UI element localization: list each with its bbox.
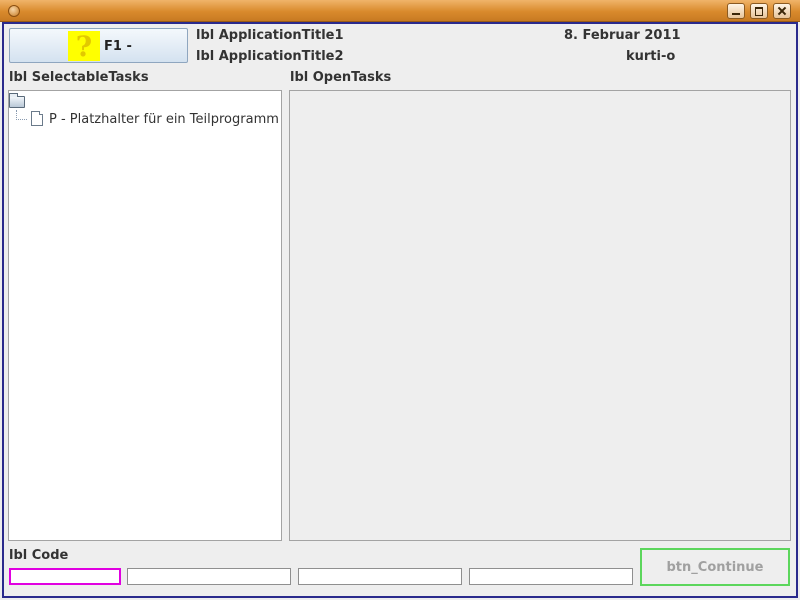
window-menu-icon[interactable]	[8, 5, 20, 17]
selectable-tasks-label: lbl SelectableTasks	[9, 70, 149, 85]
question-mark-icon: ?	[68, 30, 100, 63]
code-field-3[interactable]	[298, 568, 462, 585]
application-title-2: lbl ApplicationTitle2	[196, 49, 344, 64]
code-input-3[interactable]	[299, 569, 461, 584]
help-button-label: F1 -	[104, 39, 132, 54]
maximize-button[interactable]	[750, 3, 768, 19]
code-input-1[interactable]	[11, 570, 119, 584]
code-field-1[interactable]	[9, 568, 121, 585]
window-titlebar[interactable]	[0, 0, 800, 22]
folder-icon[interactable]	[9, 93, 25, 108]
continue-button-label: btn_Continue	[666, 559, 764, 575]
code-input-2[interactable]	[128, 569, 290, 584]
code-label: lbl Code	[9, 548, 69, 563]
maximize-icon	[754, 6, 764, 16]
tree-connector	[16, 110, 27, 120]
close-icon	[777, 6, 787, 16]
continue-button[interactable]: btn_Continue	[640, 548, 790, 586]
open-tasks-panel[interactable]	[289, 90, 791, 541]
code-field-2[interactable]	[127, 568, 291, 585]
date-label: 8. Februar 2011	[564, 28, 681, 43]
code-input-4[interactable]	[470, 569, 632, 584]
user-label: kurti-o	[626, 49, 676, 64]
minimize-icon	[731, 6, 741, 16]
minimize-button[interactable]	[727, 3, 745, 19]
selectable-tasks-tree[interactable]	[8, 90, 282, 541]
help-f1-button[interactable]: ? F1 -	[9, 28, 188, 63]
tree-item-platzhalter[interactable]: P - Platzhalter für ein Teilprogramm	[49, 112, 279, 127]
close-button[interactable]	[773, 3, 791, 19]
document-fold	[39, 111, 43, 115]
application-title-1: lbl ApplicationTitle1	[196, 28, 344, 43]
code-field-4[interactable]	[469, 568, 633, 585]
open-tasks-label: lbl OpenTasks	[290, 70, 392, 85]
